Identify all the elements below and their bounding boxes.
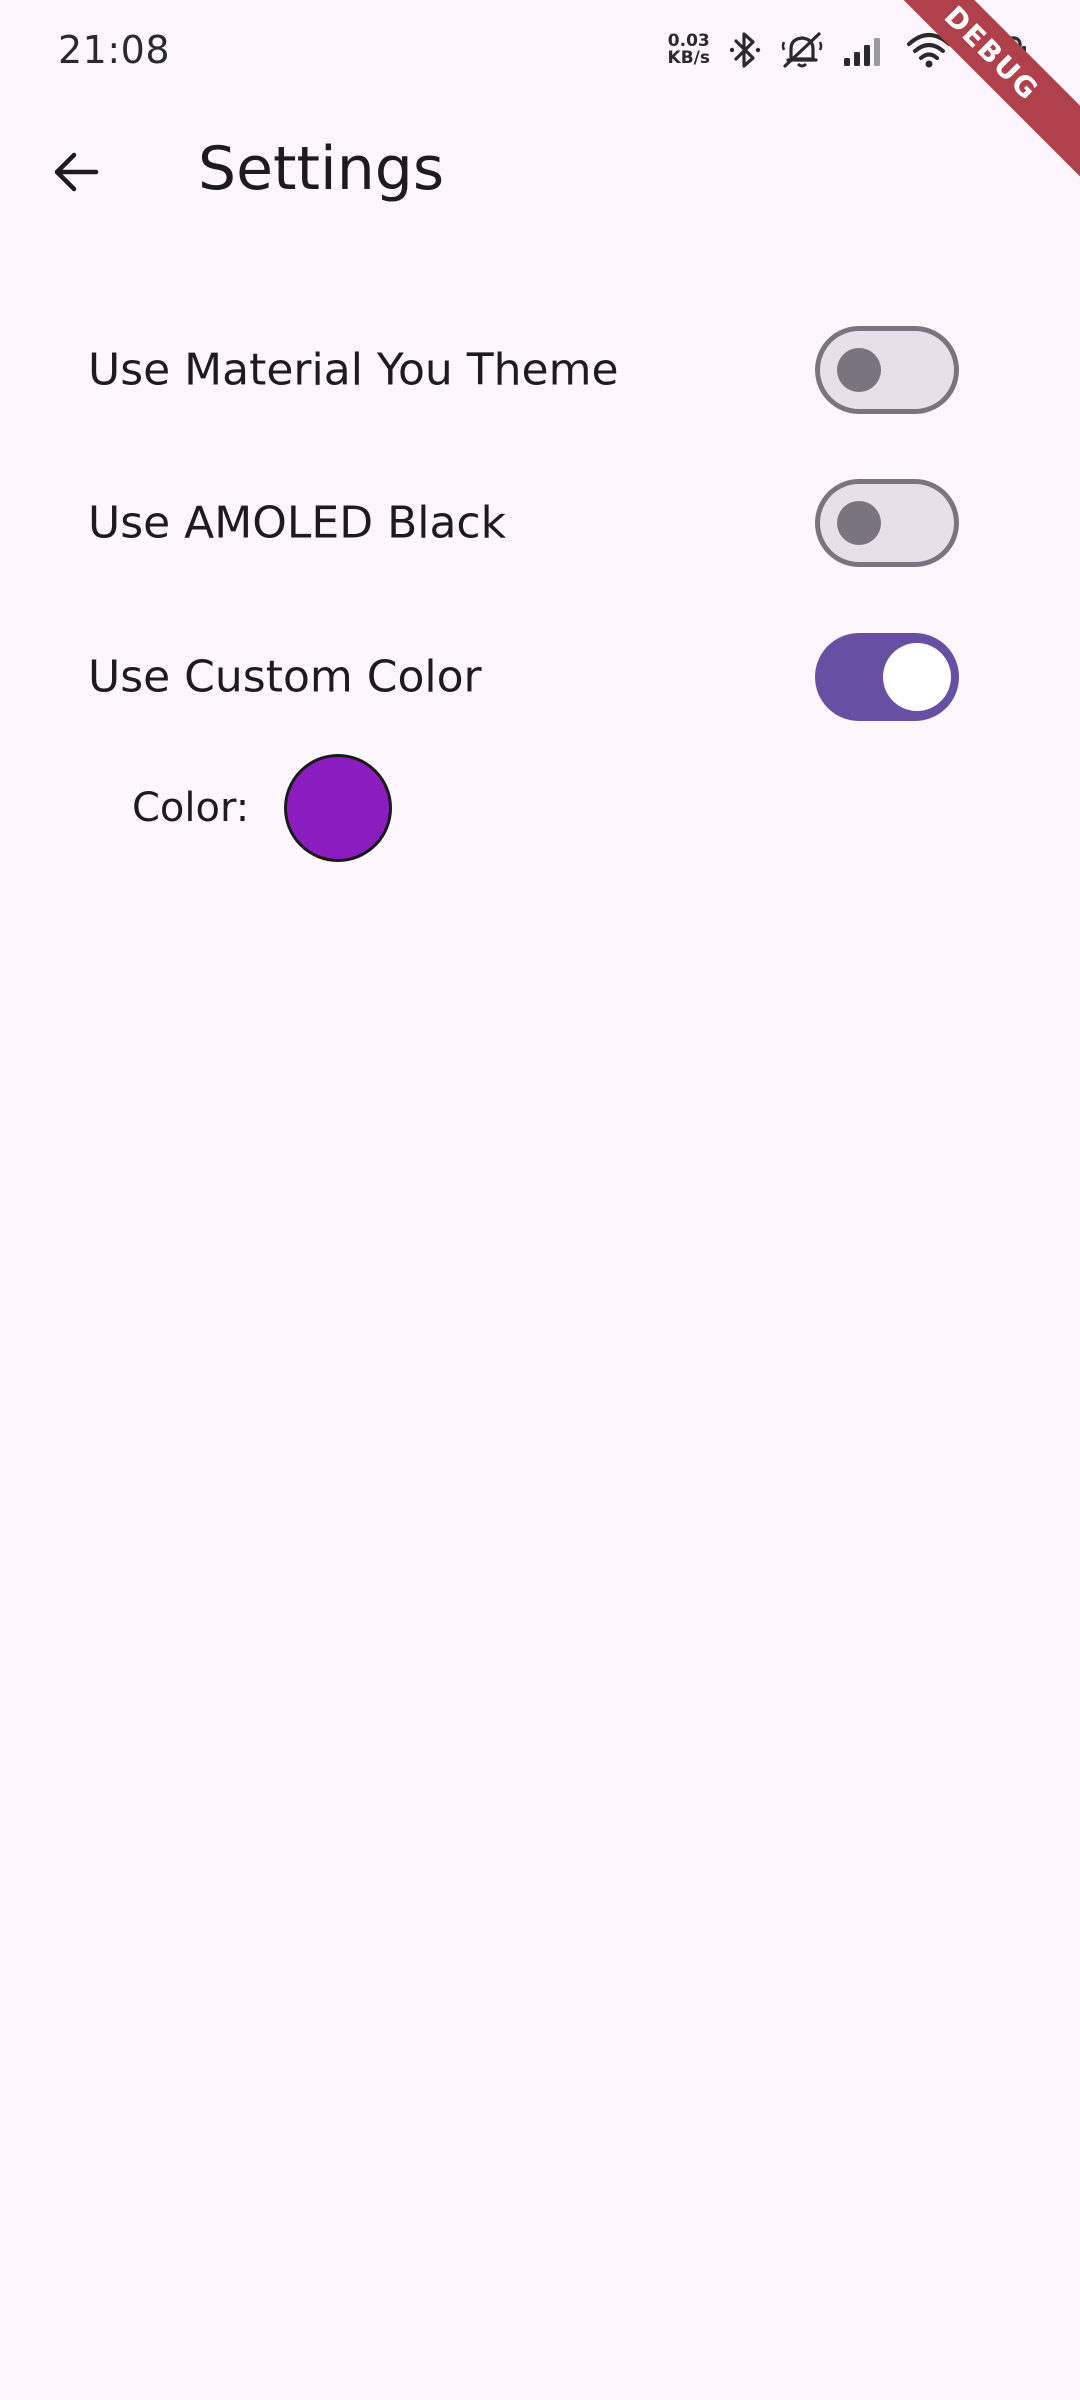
setting-label: Use AMOLED Black xyxy=(88,497,507,549)
network-speed: 0.03 KB/s xyxy=(668,33,710,67)
color-picker-row: Color: xyxy=(0,752,1080,864)
back-button[interactable] xyxy=(40,138,112,210)
switch-thumb xyxy=(837,501,881,545)
switch-thumb xyxy=(837,348,881,392)
setting-material-you-theme[interactable]: Use Material You Theme xyxy=(0,310,1080,430)
switch-thumb xyxy=(883,643,951,711)
setting-label: Use Custom Color xyxy=(88,651,482,703)
setting-label: Use Material You Theme xyxy=(88,344,619,396)
setting-custom-color[interactable]: Use Custom Color xyxy=(0,617,1080,737)
color-label: Color: xyxy=(132,785,250,831)
app-bar: Settings xyxy=(0,108,1080,238)
setting-amoled-black[interactable]: Use AMOLED Black xyxy=(0,463,1080,583)
material-you-theme-switch[interactable] xyxy=(815,326,959,414)
status-bar: 21:08 0.03 KB/s xyxy=(0,0,1080,108)
status-time: 21:08 xyxy=(58,28,171,72)
signal-icon xyxy=(842,30,888,70)
bluetooth-icon xyxy=(728,30,762,70)
network-speed-unit: KB/s xyxy=(667,48,710,68)
arrow-back-icon xyxy=(50,146,102,202)
amoled-black-switch[interactable] xyxy=(815,479,959,567)
mute-icon xyxy=(780,30,824,70)
custom-color-switch[interactable] xyxy=(815,633,959,721)
page-title: Settings xyxy=(198,134,445,204)
color-swatch[interactable] xyxy=(284,754,392,862)
